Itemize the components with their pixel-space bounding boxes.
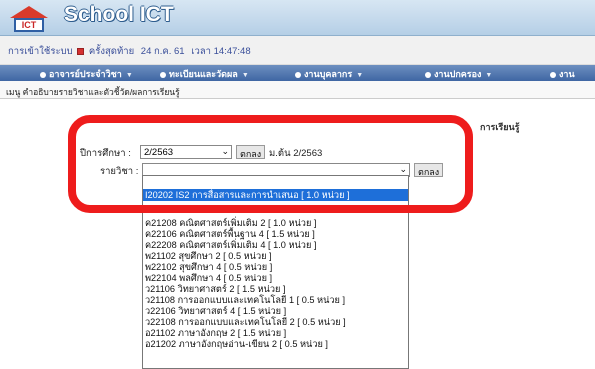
list-item[interactable]: ค22208 คณิตศาสตร์เพิ่มเติม 4 [ 1.0 หน่วย… — [143, 240, 408, 251]
last-login-label: การเข้าใช้ระบบ — [8, 46, 73, 57]
menu-item-personnel[interactable]: งานบุคลากร ▼ — [295, 67, 363, 81]
list-item[interactable]: อ21202 ภาษาอังกฤษอ่าน-เขียน 2 [ 0.5 หน่ว… — [143, 339, 408, 350]
list-item[interactable]: พ21102 สุขศึกษา 2 [ 0.5 หน่วย ] — [143, 251, 408, 262]
gear-icon — [550, 71, 556, 78]
menu-label: ทะเบียนและวัดผล — [169, 69, 238, 79]
chevron-down-icon: ▼ — [485, 72, 493, 79]
chevron-down-icon: ▼ — [125, 72, 133, 79]
level-note: ม.ต้น 2/2563 — [269, 148, 323, 159]
chevron-down-icon: ⌄ — [221, 146, 229, 156]
last-login-time-label: เวลา — [191, 46, 211, 57]
chevron-down-icon: ⌄ — [399, 164, 407, 174]
list-item[interactable]: อ21102 ภาษาอังกฤษ 2 [ 1.5 หน่วย ] — [143, 328, 408, 339]
year-ok-button[interactable]: ตกลง — [236, 145, 266, 159]
login-status-icon — [77, 47, 85, 55]
last-login-date: 24 ก.ค. 61 — [140, 46, 185, 57]
menu-label: งาน — [559, 69, 575, 79]
app-header: ICT School ICT — [0, 0, 595, 36]
svg-text:ICT: ICT — [22, 20, 37, 30]
academic-year-label: ปีการศึกษา : — [80, 148, 131, 159]
menu-label: งานบุคลากร — [304, 69, 353, 79]
subject-dropdown-list[interactable]: I20202 IS2 การสื่อสารและการนำเสนอ [ 1.0 … — [142, 175, 409, 369]
chevron-down-icon: ▼ — [356, 72, 364, 79]
list-item[interactable]: I20202 IS2 การสื่อสารและการนำเสนอ [ 1.0 … — [143, 189, 408, 201]
menu-item-discipline[interactable]: งานปกครอง ▼ — [425, 67, 492, 81]
academic-year-value: 2/2563 — [144, 147, 174, 158]
menu-item-more[interactable]: งาน — [550, 67, 575, 81]
menu-label: งานปกครอง — [434, 69, 482, 79]
menu-item-registration[interactable]: ทะเบียนและวัดผล ▼ — [160, 67, 249, 81]
app-title: School ICT — [64, 3, 174, 26]
last-login-time: 14:47:48 — [213, 46, 251, 57]
school-logo-icon[interactable]: ICT — [6, 4, 52, 34]
list-item[interactable]: ว21108 การออกแบบและเทคโนโลยี 1 [ 0.5 หน่… — [143, 295, 408, 306]
subject-label: รายวิชา : — [100, 166, 139, 177]
last-login-bar: การเข้าใช้ระบบ ครั้งสุดท้าย 24 ก.ค. 61 เ… — [0, 36, 595, 65]
subject-ok-button[interactable]: ตกลง — [414, 163, 444, 177]
list-item[interactable]: พ22104 พลศึกษา 4 [ 0.5 หน่วย ] — [143, 273, 408, 284]
list-item[interactable]: ว22106 วิทยาศาสตร์ 4 [ 1.5 หน่วย ] — [143, 306, 408, 317]
list-item[interactable]: ว22108 การออกแบบและเทคโนโลยี 2 [ 0.5 หน่… — [143, 317, 408, 328]
gear-icon — [160, 71, 166, 78]
list-item[interactable]: ค21208 คณิตศาสตร์เพิ่มเติม 2 [ 1.0 หน่วย… — [143, 218, 408, 229]
list-item[interactable]: ค22106 คณิตศาสตร์พื้นฐาน 4 [ 1.5 หน่วย ] — [143, 229, 408, 240]
menu-item-teacher[interactable]: อาจารย์ประจำวิชา ▼ — [40, 67, 133, 81]
academic-year-select[interactable]: 2/2563 ⌄ — [140, 145, 232, 159]
breadcrumb: เมนู คำอธิบายรายวิชาและตัวชี้วัด/ผลการเร… — [0, 81, 595, 99]
chevron-down-icon: ▼ — [241, 72, 249, 79]
list-item[interactable]: พ22102 สุขศึกษา 4 [ 0.5 หน่วย ] — [143, 262, 408, 273]
gear-icon — [295, 71, 301, 78]
menu-label: อาจารย์ประจำวิชา — [49, 69, 122, 79]
list-item[interactable]: ว21106 วิทยาศาสตร์ 2 [ 1.5 หน่วย ] — [143, 284, 408, 295]
gear-icon — [40, 71, 46, 78]
last-login-suffix: ครั้งสุดท้าย — [88, 46, 135, 57]
section-title: การเรียนรู้ — [480, 123, 520, 133]
gear-icon — [425, 71, 431, 78]
main-menu-bar: อาจารย์ประจำวิชา ▼ ทะเบียนและวัดผล ▼ งานบุ… — [0, 65, 595, 81]
